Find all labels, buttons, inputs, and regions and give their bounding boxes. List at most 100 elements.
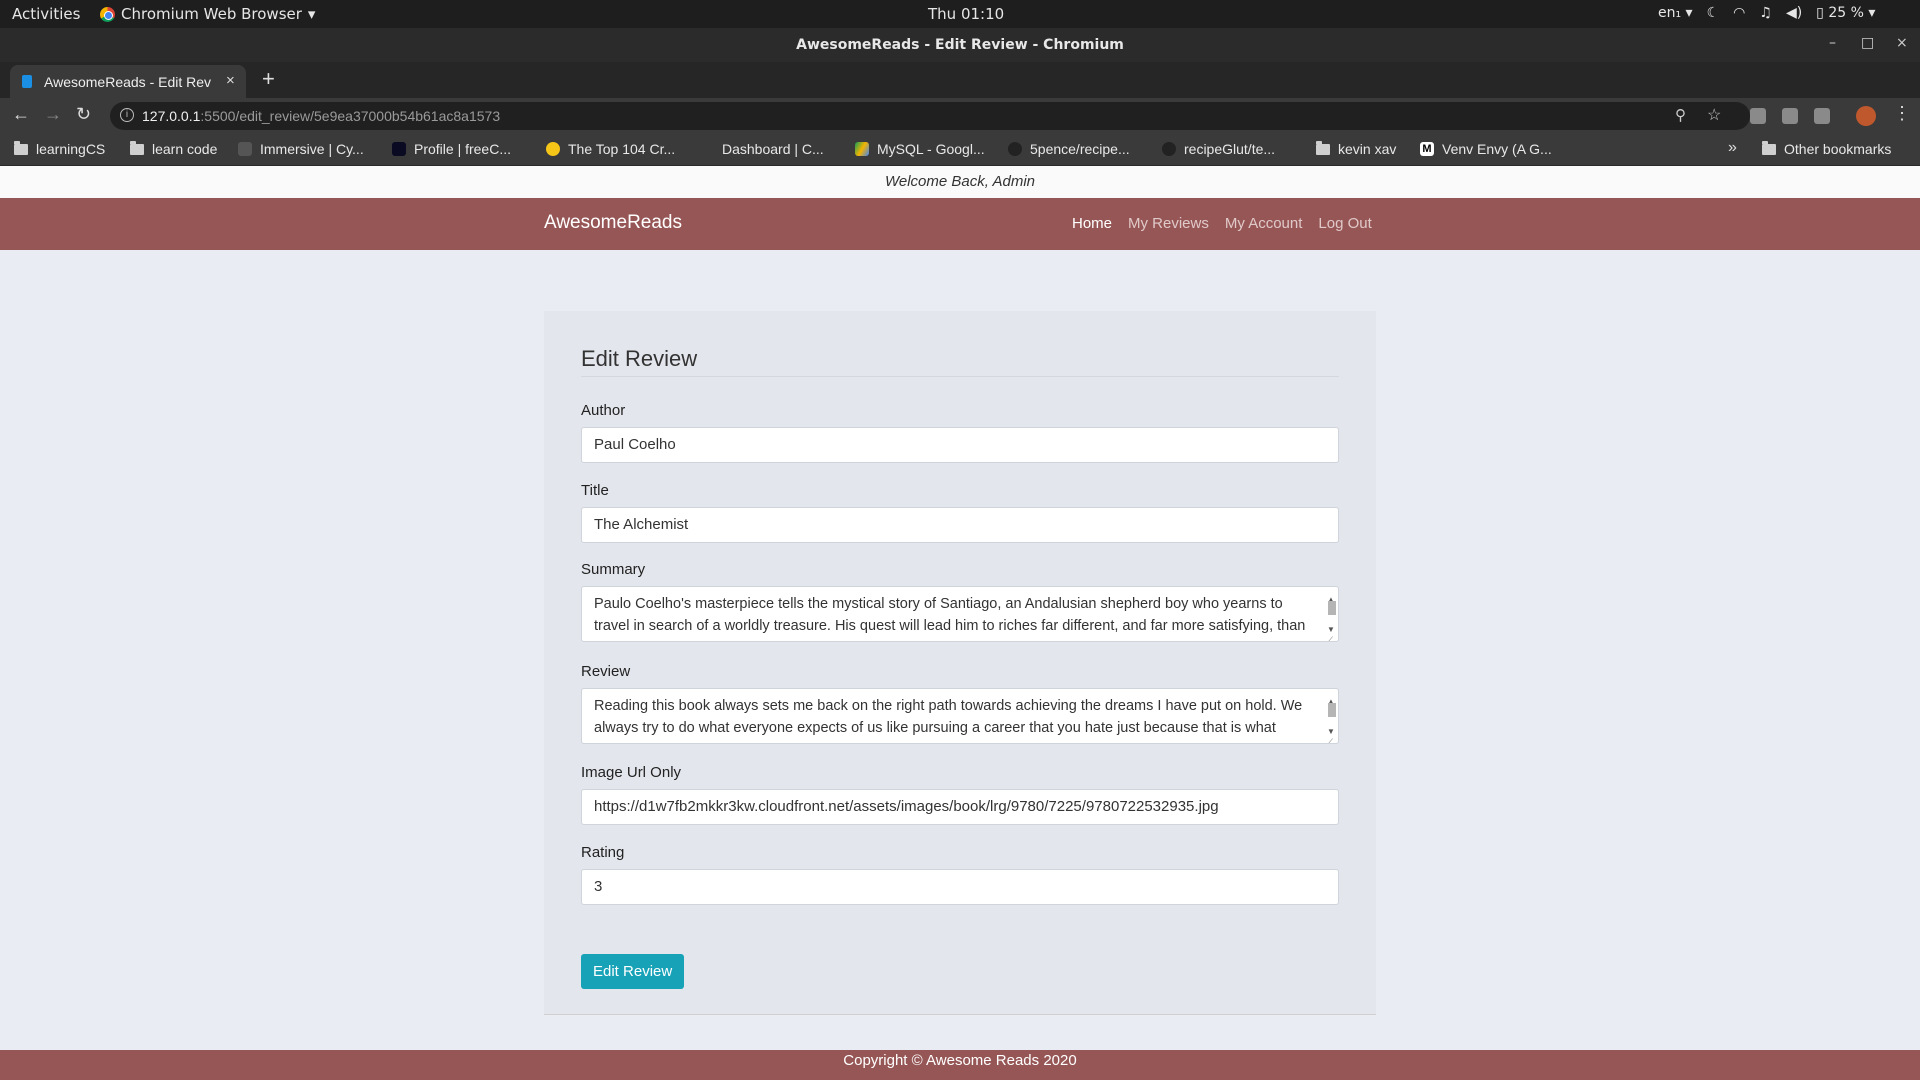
bookmark-favicon-icon <box>546 142 560 156</box>
bookmark-label: Immersive | Cy... <box>260 141 364 157</box>
tab-title: AwesomeReads - Edit Rev <box>44 74 212 90</box>
bookmarks-bar: learningCS learn code Immersive | Cy... … <box>0 134 1920 166</box>
nav-log-out[interactable]: Log Out <box>1318 215 1371 232</box>
activities-button[interactable]: Activities <box>12 5 80 23</box>
language-label: en₁ <box>1658 5 1682 21</box>
maximize-icon[interactable]: □ <box>1861 35 1874 51</box>
welcome-message: Welcome Back, Admin <box>0 166 1920 198</box>
edit-review-button[interactable]: Edit Review <box>581 954 685 989</box>
reload-icon[interactable]: ↻ <box>76 104 91 125</box>
bookmark-label: Dashboard | C... <box>722 141 824 157</box>
chromium-icon <box>100 6 115 22</box>
review-scrollbar[interactable]: ▲ ▼ ⟋ <box>1326 691 1336 743</box>
bookmark-label: learningCS <box>36 141 106 157</box>
nav-my-account[interactable]: My Account <box>1225 215 1303 232</box>
new-tab-icon[interactable]: + <box>262 66 275 92</box>
summary-textarea[interactable]: Paulo Coelho's masterpiece tells the mys… <box>581 586 1339 642</box>
bookmark-star-icon[interactable]: ☆ <box>1707 105 1721 125</box>
site-brand[interactable]: AwesomeReads <box>544 212 682 234</box>
zoom-icon[interactable]: ⚲ <box>1675 106 1686 124</box>
title-input[interactable]: The Alchemist <box>581 507 1339 543</box>
profile-avatar-icon[interactable] <box>1856 106 1876 126</box>
nav-links: Home My Reviews My Account Log Out <box>1072 215 1372 232</box>
forward-icon[interactable]: → <box>44 104 62 125</box>
bookmark-folder[interactable]: learningCS <box>14 140 106 157</box>
author-input[interactable]: Paul Coelho <box>581 427 1339 463</box>
bookmark-favicon-icon <box>238 142 252 156</box>
bookmark-folder[interactable]: learn code <box>130 140 218 157</box>
chevron-down-icon: ▾ <box>307 5 316 23</box>
clock[interactable]: Thu 01:10 <box>928 5 1004 23</box>
site-navbar: AwesomeReads Home My Reviews My Account … <box>0 198 1920 250</box>
minimize-icon[interactable]: – <box>1829 35 1836 51</box>
site-info-icon[interactable]: i <box>120 108 134 122</box>
window-title: AwesomeReads - Edit Review - Chromium <box>796 37 1124 53</box>
bookmark-favicon-icon <box>700 142 714 156</box>
tab-close-icon[interactable]: × <box>226 72 235 89</box>
bookmarks-overflow-icon[interactable]: » <box>1728 139 1737 157</box>
folder-icon <box>1316 140 1330 155</box>
notification-icon: ♫ <box>1759 5 1772 21</box>
extension-icon[interactable] <box>1750 108 1766 124</box>
bookmark-label: learn code <box>152 141 218 157</box>
window-titlebar: AwesomeReads - Edit Review - Chromium – … <box>0 28 1920 62</box>
tab-strip: AwesomeReads - Edit Rev × + <box>0 62 1920 98</box>
battery-indicator[interactable]: ▯ 25 % ▾ <box>1816 5 1875 21</box>
title-label: Title <box>581 482 609 499</box>
image-url-input[interactable]: https://d1w7fb2mkkr3kw.cloudfront.net/as… <box>581 789 1339 825</box>
form-heading: Edit Review <box>581 346 698 371</box>
nav-home[interactable]: Home <box>1072 215 1112 232</box>
volume-icon: ◀) <box>1785 5 1803 21</box>
review-textarea[interactable]: Reading this book always sets me back on… <box>581 688 1339 744</box>
bookmark-label: Profile | freeC... <box>414 141 512 157</box>
heading-divider <box>581 376 1339 377</box>
resize-grip-icon[interactable]: ⟋ <box>1326 733 1333 743</box>
bookmark-item[interactable]: Immersive | Cy... <box>238 141 364 157</box>
image-url-label: Image Url Only <box>581 764 682 781</box>
medium-icon: M <box>1420 142 1434 156</box>
night-light-icon: ☾ <box>1706 5 1720 21</box>
rating-input[interactable]: 3 <box>581 869 1339 905</box>
summary-text: Paulo Coelho's masterpiece tells the mys… <box>594 596 1306 641</box>
folder-icon <box>130 140 144 155</box>
nav-my-reviews[interactable]: My Reviews <box>1128 215 1209 232</box>
back-icon[interactable]: ← <box>12 104 30 125</box>
review-text: Reading this book always sets me back on… <box>594 698 1303 743</box>
scroll-thumb[interactable] <box>1328 703 1336 717</box>
language-indicator[interactable]: en₁ ▾ <box>1658 5 1693 21</box>
edit-review-card: Edit Review Author Paul Coelho Title The… <box>544 311 1376 1015</box>
extension-icon[interactable] <box>1782 108 1798 124</box>
rating-label: Rating <box>581 844 625 861</box>
summary-scrollbar[interactable]: ▲ ▼ ⟋ <box>1326 589 1336 641</box>
other-bookmarks-folder[interactable]: Other bookmarks <box>1762 140 1892 157</box>
system-tray[interactable]: en₁ ▾ ☾ ◠ ♫ ◀) ▯ 25 % ▾ <box>1658 5 1875 21</box>
url-text: 127.0.0.1:5500/edit_review/5e9ea37000b54… <box>142 108 500 124</box>
bookmark-favicon-icon <box>392 142 406 156</box>
bookmark-folder[interactable]: kevin xav <box>1316 140 1396 157</box>
close-window-icon[interactable]: × <box>1896 35 1908 51</box>
bookmark-label: Venv Envy (A G... <box>1442 141 1552 157</box>
drive-icon <box>855 142 869 156</box>
resize-grip-icon[interactable]: ⟋ <box>1326 631 1333 641</box>
extension-icon[interactable] <box>1814 108 1830 124</box>
bookmark-label: The Top 104 Cr... <box>568 141 676 157</box>
browser-tab[interactable]: AwesomeReads - Edit Rev × <box>10 65 246 98</box>
menu-kebab-icon[interactable]: ⋮ <box>1893 103 1911 124</box>
bookmark-item[interactable]: recipeGlut/te... <box>1162 141 1275 157</box>
bookmark-item[interactable]: 5pence/recipe... <box>1008 141 1130 157</box>
app-menu[interactable]: Chromium Web Browser ▾ <box>100 5 315 23</box>
bookmark-item[interactable]: Dashboard | C... <box>700 141 824 157</box>
bookmark-item[interactable]: MySQL - Googl... <box>855 141 985 157</box>
folder-icon <box>14 140 28 155</box>
bookmark-item[interactable]: The Top 104 Cr... <box>546 141 675 157</box>
scroll-thumb[interactable] <box>1328 601 1336 615</box>
bookmark-label: MySQL - Googl... <box>877 141 985 157</box>
bookmark-label: 5pence/recipe... <box>1030 141 1130 157</box>
bookmark-label: Other bookmarks <box>1784 141 1892 157</box>
folder-icon <box>1762 140 1776 155</box>
address-bar[interactable]: i 127.0.0.1:5500/edit_review/5e9ea37000b… <box>110 102 1750 130</box>
bookmark-item[interactable]: M Venv Envy (A G... <box>1420 141 1552 157</box>
summary-label: Summary <box>581 561 646 578</box>
url-path: :5500/edit_review/5e9ea37000b54b61ac8a15… <box>200 108 501 124</box>
bookmark-item[interactable]: Profile | freeC... <box>392 141 511 157</box>
